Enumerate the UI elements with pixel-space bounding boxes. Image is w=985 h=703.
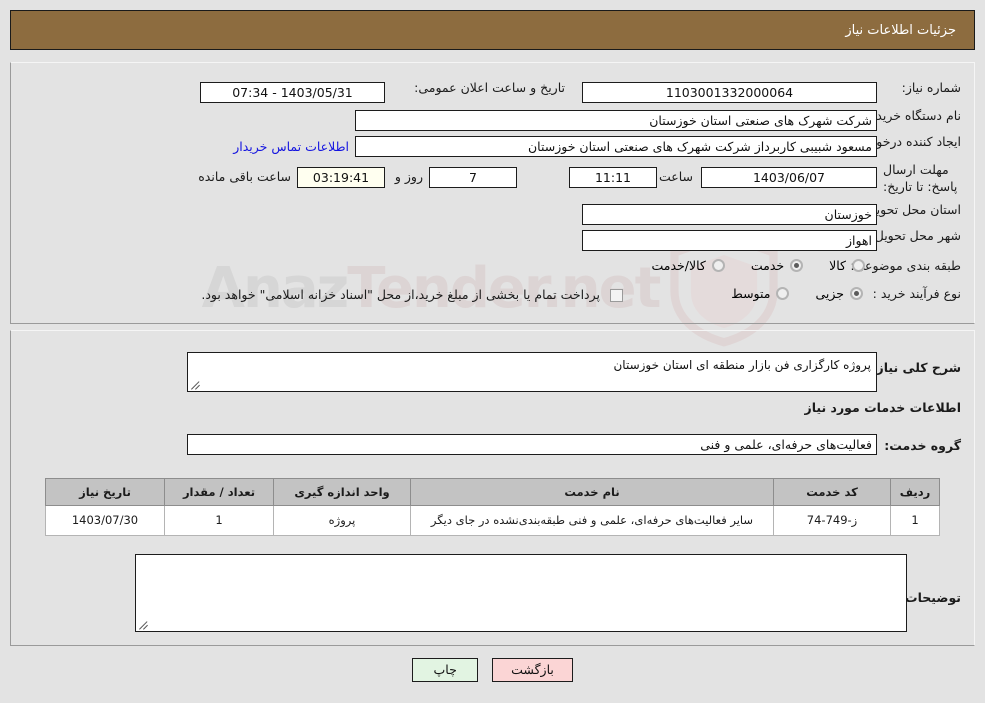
deadline-date-value[interactable]: 1403/06/07 (701, 167, 877, 188)
remaining-time-label: ساعت باقی مانده (198, 169, 291, 184)
buyer-org-label: نام دستگاه خریدار: (862, 108, 961, 123)
radio-icon[interactable] (850, 287, 863, 300)
buyer-notes-textarea[interactable] (135, 554, 907, 632)
cell-unit: پروژه (273, 505, 411, 536)
deadline-hour-value[interactable]: 11:11 (569, 167, 657, 188)
buyer-org-value[interactable]: شرکت شهرک های صنعتی استان خوزستان (355, 110, 877, 131)
category-option[interactable]: کالا/خدمت (651, 258, 725, 273)
process-option-label: متوسط (731, 286, 771, 301)
resize-grip-icon[interactable] (139, 620, 149, 630)
category-option[interactable]: خدمت (750, 258, 804, 273)
deadline-hour-label: ساعت (658, 169, 693, 184)
page-title: جزئیات اطلاعات نیاز (845, 22, 956, 38)
general-desc-textarea[interactable]: پروژه کارگزاری فن بازار منطقه ای استان خ… (187, 352, 877, 392)
cell-service-name: سایر فعالیت‌های حرفه‌ای، علمی و فنی طبقه… (410, 505, 774, 536)
process-option[interactable]: جزیی (815, 286, 863, 301)
category-option-label: کالا/خدمت (651, 258, 706, 273)
page-header: جزئیات اطلاعات نیاز (10, 10, 975, 50)
table-header-cell: واحد اندازه گیری (273, 478, 411, 506)
table-header-cell: کد خدمت (773, 478, 891, 506)
category-option-label: کالا (829, 258, 846, 273)
treasury-text: پرداخت تمام یا بخشی از مبلغ خرید،از محل … (201, 287, 600, 302)
process-radio-group[interactable]: جزیی متوسط (705, 286, 863, 303)
radio-icon[interactable] (711, 259, 725, 272)
service-group-label: گروه خدمت: (884, 438, 961, 453)
table-row: 1 ز-749-74 سایر فعالیت‌های حرفه‌ای، علمی… (45, 505, 940, 536)
buyer-org-row: نام دستگاه خریدار: (863, 108, 961, 125)
province-row: استان محل تحویل: (863, 202, 961, 219)
deadline-label: مهلت ارسال پاسخ: تا تاریخ: (883, 162, 958, 194)
city-label: شهر محل تحویل: (870, 228, 961, 243)
general-desc-label: شرح کلی نیاز: (871, 360, 961, 375)
remaining-days-value[interactable]: 7 (429, 167, 517, 188)
category-radio-group[interactable]: کالا خدمت کالا/خدمت (625, 258, 865, 275)
process-option-label: جزیی (815, 286, 844, 301)
resize-grip-icon[interactable] (191, 380, 201, 390)
footer-actions: بازگشت چاپ (0, 658, 985, 682)
cell-quantity: 1 (164, 505, 274, 536)
announce-datetime-row: تاریخ و ساعت اعلان عمومی: (414, 80, 565, 97)
province-label: استان محل تحویل: (862, 202, 961, 217)
print-button[interactable]: چاپ (412, 658, 479, 682)
need-number-value[interactable]: 1103001332000064 (582, 82, 877, 103)
process-row: نوع فرآیند خرید : (873, 286, 961, 303)
remaining-days-label: روز و (394, 169, 423, 184)
cell-row-no: 1 (890, 505, 940, 536)
need-number-row: شماره نیاز: (902, 80, 961, 97)
category-option[interactable]: کالا (829, 258, 865, 273)
back-button[interactable]: بازگشت (492, 658, 573, 682)
province-value[interactable]: خوزستان (582, 204, 877, 225)
table-header-cell: ردیف (890, 478, 940, 506)
radio-icon[interactable] (852, 259, 865, 272)
remaining-time-value: 03:19:41 (297, 167, 385, 188)
announce-datetime-label: تاریخ و ساعت اعلان عمومی: (414, 80, 565, 95)
category-option-label: خدمت (750, 258, 785, 273)
treasury-checkbox[interactable] (610, 289, 623, 302)
cell-service-code: ز-749-74 (773, 505, 891, 536)
announce-datetime-value[interactable]: 1403/05/31 - 07:34 (200, 82, 385, 103)
category-label: طبقه بندی موضوعی: (850, 258, 961, 273)
table-header-cell: تعداد / مقدار (164, 478, 274, 506)
need-number-label: شماره نیاز: (901, 80, 961, 95)
general-desc-value: پروژه کارگزاری فن بازار منطقه ای استان خ… (613, 358, 871, 372)
city-row: شهر محل تحویل: (871, 228, 961, 245)
category-row: طبقه بندی موضوعی: (850, 258, 961, 275)
cell-need-date: 1403/07/30 (45, 505, 165, 536)
deadline-row: مهلت ارسال پاسخ: تا تاریخ: (883, 162, 961, 196)
creator-value[interactable]: مسعود شبیبی کاربرداز شرکت شهرک های صنعتی… (355, 136, 877, 157)
table-header-row: ردیف کد خدمت نام خدمت واحد اندازه گیری ت… (45, 478, 940, 506)
table-header-cell: تاریخ نیاز (45, 478, 165, 506)
process-option[interactable]: متوسط (731, 286, 790, 301)
services-info-heading: اطلاعات خدمات مورد نیاز (804, 400, 962, 415)
buyer-contact-link[interactable]: اطلاعات تماس خریدار (233, 139, 349, 154)
table-header-cell: نام خدمت (410, 478, 774, 506)
service-items-table: ردیف کد خدمت نام خدمت واحد اندازه گیری ت… (45, 478, 940, 536)
radio-icon[interactable] (776, 287, 790, 300)
city-value[interactable]: اهواز (582, 230, 877, 251)
process-label: نوع فرآیند خرید : (872, 286, 961, 301)
service-group-value[interactable]: فعالیت‌های حرفه‌ای، علمی و فنی (187, 434, 877, 455)
radio-icon[interactable] (790, 259, 804, 272)
